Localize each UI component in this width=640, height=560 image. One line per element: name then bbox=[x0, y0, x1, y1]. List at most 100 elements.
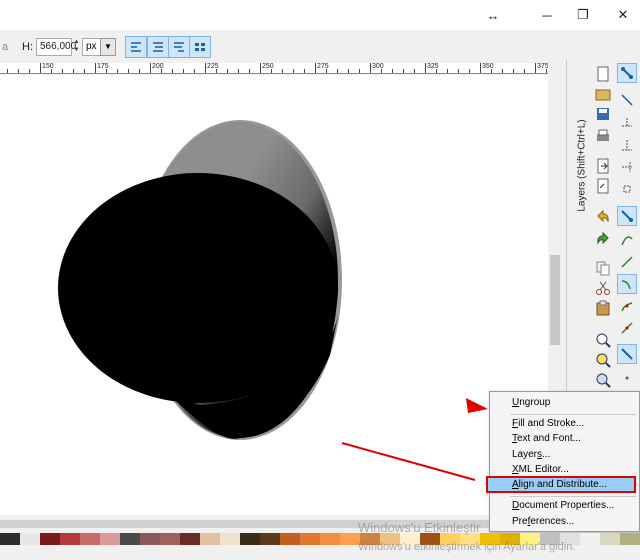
snap-bbox-corner-icon[interactable] bbox=[617, 135, 637, 155]
color-swatch[interactable] bbox=[300, 533, 320, 545]
drawing-canvas[interactable] bbox=[0, 75, 548, 515]
move-gradients-icon bbox=[174, 42, 184, 52]
color-swatch[interactable] bbox=[180, 533, 200, 545]
ruler-label: 300 bbox=[372, 63, 384, 70]
export-icon[interactable] bbox=[595, 178, 611, 194]
move-patterns-toggle[interactable] bbox=[189, 36, 211, 58]
color-swatch[interactable] bbox=[160, 533, 180, 545]
snap-cusp-nodes-icon[interactable] bbox=[617, 274, 637, 294]
open-folder-icon[interactable] bbox=[595, 86, 611, 102]
snap-object-centers-icon[interactable] bbox=[617, 368, 637, 388]
color-swatch[interactable] bbox=[260, 533, 280, 545]
color-swatch[interactable] bbox=[200, 533, 220, 545]
menu-item-align-and-distribute[interactable]: Align and Distribute... bbox=[512, 479, 607, 490]
snap-bbox-midpoint-icon[interactable] bbox=[617, 157, 637, 177]
save-icon[interactable] bbox=[595, 106, 611, 122]
ruler-tick bbox=[535, 63, 536, 73]
color-swatch[interactable] bbox=[120, 533, 140, 545]
copy-icon[interactable] bbox=[595, 260, 611, 276]
color-swatch[interactable] bbox=[340, 533, 360, 545]
undo-icon[interactable] bbox=[595, 208, 611, 224]
snap-others-icon[interactable] bbox=[617, 344, 637, 364]
snap-enable-icon[interactable] bbox=[617, 63, 637, 83]
layers-panel-tab[interactable]: Layers (Shift+Ctrl+L) bbox=[566, 60, 592, 410]
height-label: H: bbox=[22, 41, 33, 53]
ruler-tick bbox=[348, 69, 349, 73]
color-swatch[interactable] bbox=[40, 533, 60, 545]
color-swatch[interactable] bbox=[140, 533, 160, 545]
ruler-tick bbox=[62, 69, 63, 73]
menu-separator bbox=[510, 414, 636, 415]
zoom-selection-icon[interactable] bbox=[595, 332, 611, 348]
ruler-label: 200 bbox=[152, 63, 164, 70]
move-icon[interactable]: ↔ bbox=[470, 0, 516, 30]
paste-icon[interactable] bbox=[595, 300, 611, 316]
height-spinner[interactable]: ▲ ▼ bbox=[72, 38, 81, 56]
color-swatch[interactable] bbox=[80, 533, 100, 545]
vertical-scroll-thumb[interactable] bbox=[550, 255, 560, 345]
menu-item-xml-editor[interactable]: XML Editor... bbox=[512, 464, 569, 475]
cut-icon[interactable] bbox=[595, 280, 611, 296]
ruler-tick bbox=[337, 69, 338, 73]
front-ellipse[interactable] bbox=[58, 173, 338, 403]
title-bar: ↔ ─ ❐ ✕ bbox=[0, 0, 640, 30]
activation-watermark-title: Windows'u Etkinleştir bbox=[358, 520, 481, 535]
snap-bbox-center-icon[interactable] bbox=[617, 179, 637, 199]
color-swatch[interactable] bbox=[60, 533, 80, 545]
ruler-label: 250 bbox=[262, 63, 274, 70]
snap-nodes-icon[interactable] bbox=[617, 206, 637, 226]
snap-path-intersections-icon[interactable] bbox=[617, 252, 637, 272]
menu-item-document-properties[interactable]: Document Properties... bbox=[512, 500, 614, 511]
ruler-tick bbox=[139, 69, 140, 73]
menu-item-ungroup[interactable]: Ungroup bbox=[512, 397, 550, 408]
menu-item-fill-and-stroke[interactable]: Fill and Stroke... bbox=[512, 418, 584, 429]
new-document-icon[interactable] bbox=[595, 66, 611, 82]
close-button[interactable]: ✕ bbox=[600, 0, 640, 30]
snap-bbox-edge-icon[interactable] bbox=[617, 113, 637, 133]
color-swatch[interactable] bbox=[580, 533, 600, 545]
context-menu: Ungroup Fill and Stroke... Text and Font… bbox=[486, 391, 640, 532]
height-input[interactable]: 566,000 bbox=[36, 38, 76, 56]
lock-icon[interactable]: a bbox=[2, 41, 8, 53]
color-swatch[interactable] bbox=[620, 533, 640, 545]
move-gradients-toggle[interactable] bbox=[168, 36, 190, 58]
ruler-label: 350 bbox=[482, 63, 494, 70]
menu-item-text-and-font[interactable]: Text and Font... bbox=[512, 433, 581, 444]
ruler-label: 375 bbox=[537, 63, 548, 70]
menu-separator bbox=[510, 496, 636, 497]
print-icon[interactable] bbox=[595, 128, 611, 144]
menu-item-preferences[interactable]: Preferences... bbox=[512, 516, 574, 527]
menu-item-layers[interactable]: Layers... bbox=[512, 449, 550, 460]
color-swatch[interactable] bbox=[320, 533, 340, 545]
color-swatch[interactable] bbox=[0, 533, 20, 545]
color-swatch[interactable] bbox=[600, 533, 620, 545]
color-swatch[interactable] bbox=[220, 533, 240, 545]
snap-smooth-nodes-icon[interactable] bbox=[617, 296, 637, 316]
redo-icon[interactable] bbox=[595, 230, 611, 246]
ruler-tick bbox=[403, 69, 404, 73]
ruler-tick bbox=[469, 69, 470, 73]
import-icon[interactable] bbox=[595, 158, 611, 174]
color-swatch[interactable] bbox=[20, 533, 40, 545]
units-dropdown-icon[interactable]: ▼ bbox=[100, 38, 116, 56]
snap-bbox-icon[interactable] bbox=[617, 90, 637, 110]
ruler-tick bbox=[95, 63, 96, 73]
scale-stroke-toggle[interactable] bbox=[125, 36, 147, 58]
ruler-tick bbox=[194, 69, 195, 73]
scale-corners-toggle[interactable] bbox=[147, 36, 169, 58]
ruler-tick bbox=[172, 69, 173, 73]
ruler-tick bbox=[414, 69, 415, 73]
color-swatch[interactable] bbox=[280, 533, 300, 545]
snap-controls-bar bbox=[614, 60, 640, 400]
snap-paths-icon[interactable] bbox=[617, 230, 637, 250]
ruler-tick bbox=[502, 69, 503, 73]
color-swatch[interactable] bbox=[240, 533, 260, 545]
zoom-drawing-icon[interactable] bbox=[595, 352, 611, 368]
color-swatch[interactable] bbox=[100, 533, 120, 545]
snap-line-midpoints-icon[interactable] bbox=[617, 318, 637, 338]
move-patterns-icon bbox=[195, 43, 205, 51]
ruler-tick bbox=[249, 69, 250, 73]
ruler-tick bbox=[304, 69, 305, 73]
zoom-page-icon[interactable] bbox=[595, 372, 611, 388]
ruler-tick bbox=[18, 69, 19, 73]
